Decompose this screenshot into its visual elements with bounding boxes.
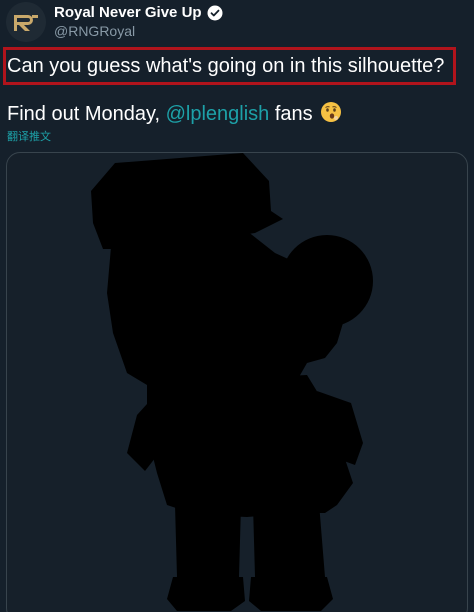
tweet-media-image[interactable] <box>6 152 468 612</box>
tweet-text-line2: Find out Monday, @lplenglish fans <box>7 101 342 127</box>
verified-badge-icon <box>207 5 223 21</box>
tweet-text-suffix: fans <box>269 103 319 125</box>
silhouette-image <box>91 153 373 611</box>
author-avatar[interactable] <box>6 2 46 42</box>
translate-tweet-link[interactable]: 翻译推文 <box>7 130 51 144</box>
hushed-face-emoji-icon <box>321 102 342 122</box>
rng-logo-icon <box>6 2 46 42</box>
mention-link[interactable]: @lplenglish <box>166 103 270 125</box>
tweet-text-prefix: Find out Monday, <box>7 103 166 125</box>
tweet-screenshot: Royal Never Give Up @RNGRoyal Can you gu… <box>0 0 474 612</box>
author-name-row[interactable]: Royal Never Give Up <box>54 4 223 22</box>
author-handle[interactable]: @RNGRoyal <box>54 23 135 39</box>
author-display-name[interactable]: Royal Never Give Up <box>54 4 202 22</box>
tweet-text-line1: Can you guess what's going on in this si… <box>7 55 445 77</box>
